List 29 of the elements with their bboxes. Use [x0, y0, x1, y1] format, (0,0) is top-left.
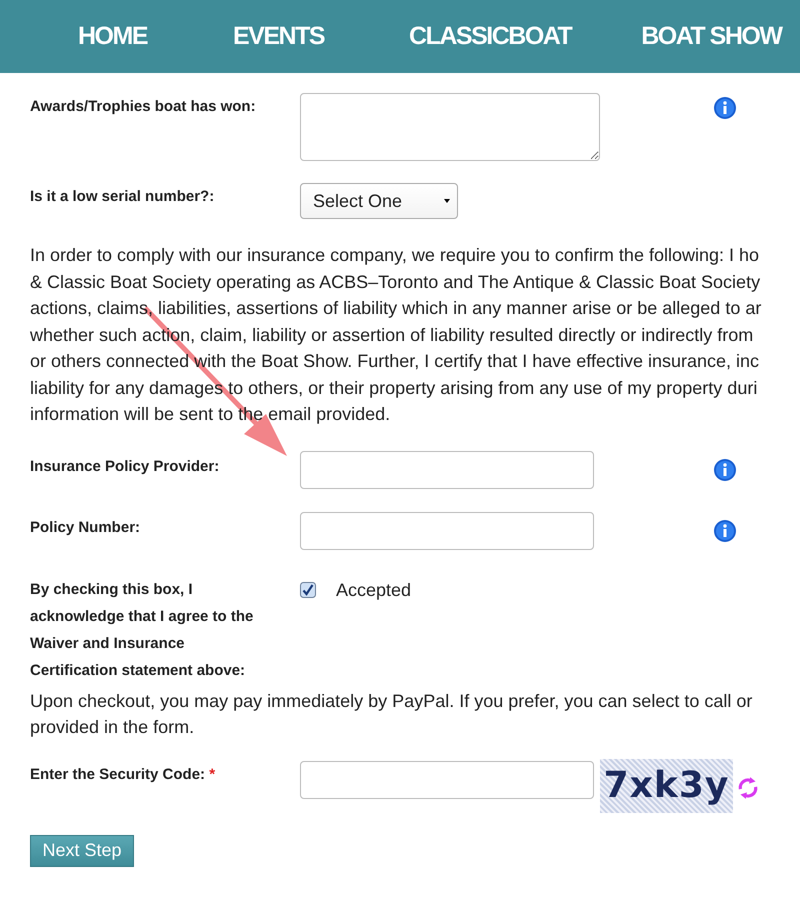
textarea-field[interactable]: [300, 93, 600, 161]
field-label: Insurance Policy Provider:: [30, 456, 220, 476]
captcha-image: 7xk3y: [600, 758, 733, 812]
info-icon[interactable]: [713, 96, 737, 120]
waiver-text-line: In order to comply with our insurance company, we require you to confirm the following: I ho: [30, 244, 760, 267]
input-field[interactable]: [300, 760, 594, 798]
payment-text-line: Upon checkout, you may pay immediately by PayPal. If you prefer, you can select to call or: [30, 690, 754, 713]
payment-text-line: provided in the form.: [30, 716, 196, 739]
waiver-text-line: actions, claims, liabilities, assertions of liability which in any manner arise or be alleged to ar: [30, 297, 762, 320]
caret-icon: [443, 198, 451, 204]
checkbox[interactable]: [300, 582, 316, 598]
field-label: Enter the Security Code: *: [30, 764, 216, 784]
select-dropdown[interactable]: Select One: [300, 183, 458, 219]
input-field[interactable]: [300, 450, 594, 488]
checkbox-label: Accepted: [336, 580, 412, 600]
input-field[interactable]: [300, 512, 594, 550]
info-icon[interactable]: [713, 518, 737, 542]
nav-link[interactable]: CLASSICBOAT: [409, 22, 572, 51]
field-label: Policy Number:: [30, 518, 142, 538]
nav-link[interactable]: EVENTS: [233, 22, 324, 51]
nav-link[interactable]: HOME: [78, 22, 147, 51]
field-label: Is it a low serial number?:: [30, 187, 216, 207]
field-label: By checking this box, I acknowledge that I agree to the Waiver and Insurance Certification statement above:: [30, 580, 254, 680]
waiver-text-line: & Classic Boat Society operating as ACBS–Toronto and The Antique & Classic Boat Society: [30, 270, 762, 294]
field-label: Awards/Trophies boat has won:: [30, 97, 257, 117]
nav-link[interactable]: BOAT SHOW: [641, 22, 782, 51]
info-icon[interactable]: [713, 458, 737, 482]
waiver-text-line: liability for any damages to others, or their property arising from any use of my property duri: [30, 376, 758, 400]
next-step-button[interactable]: Next Step: [30, 834, 134, 866]
